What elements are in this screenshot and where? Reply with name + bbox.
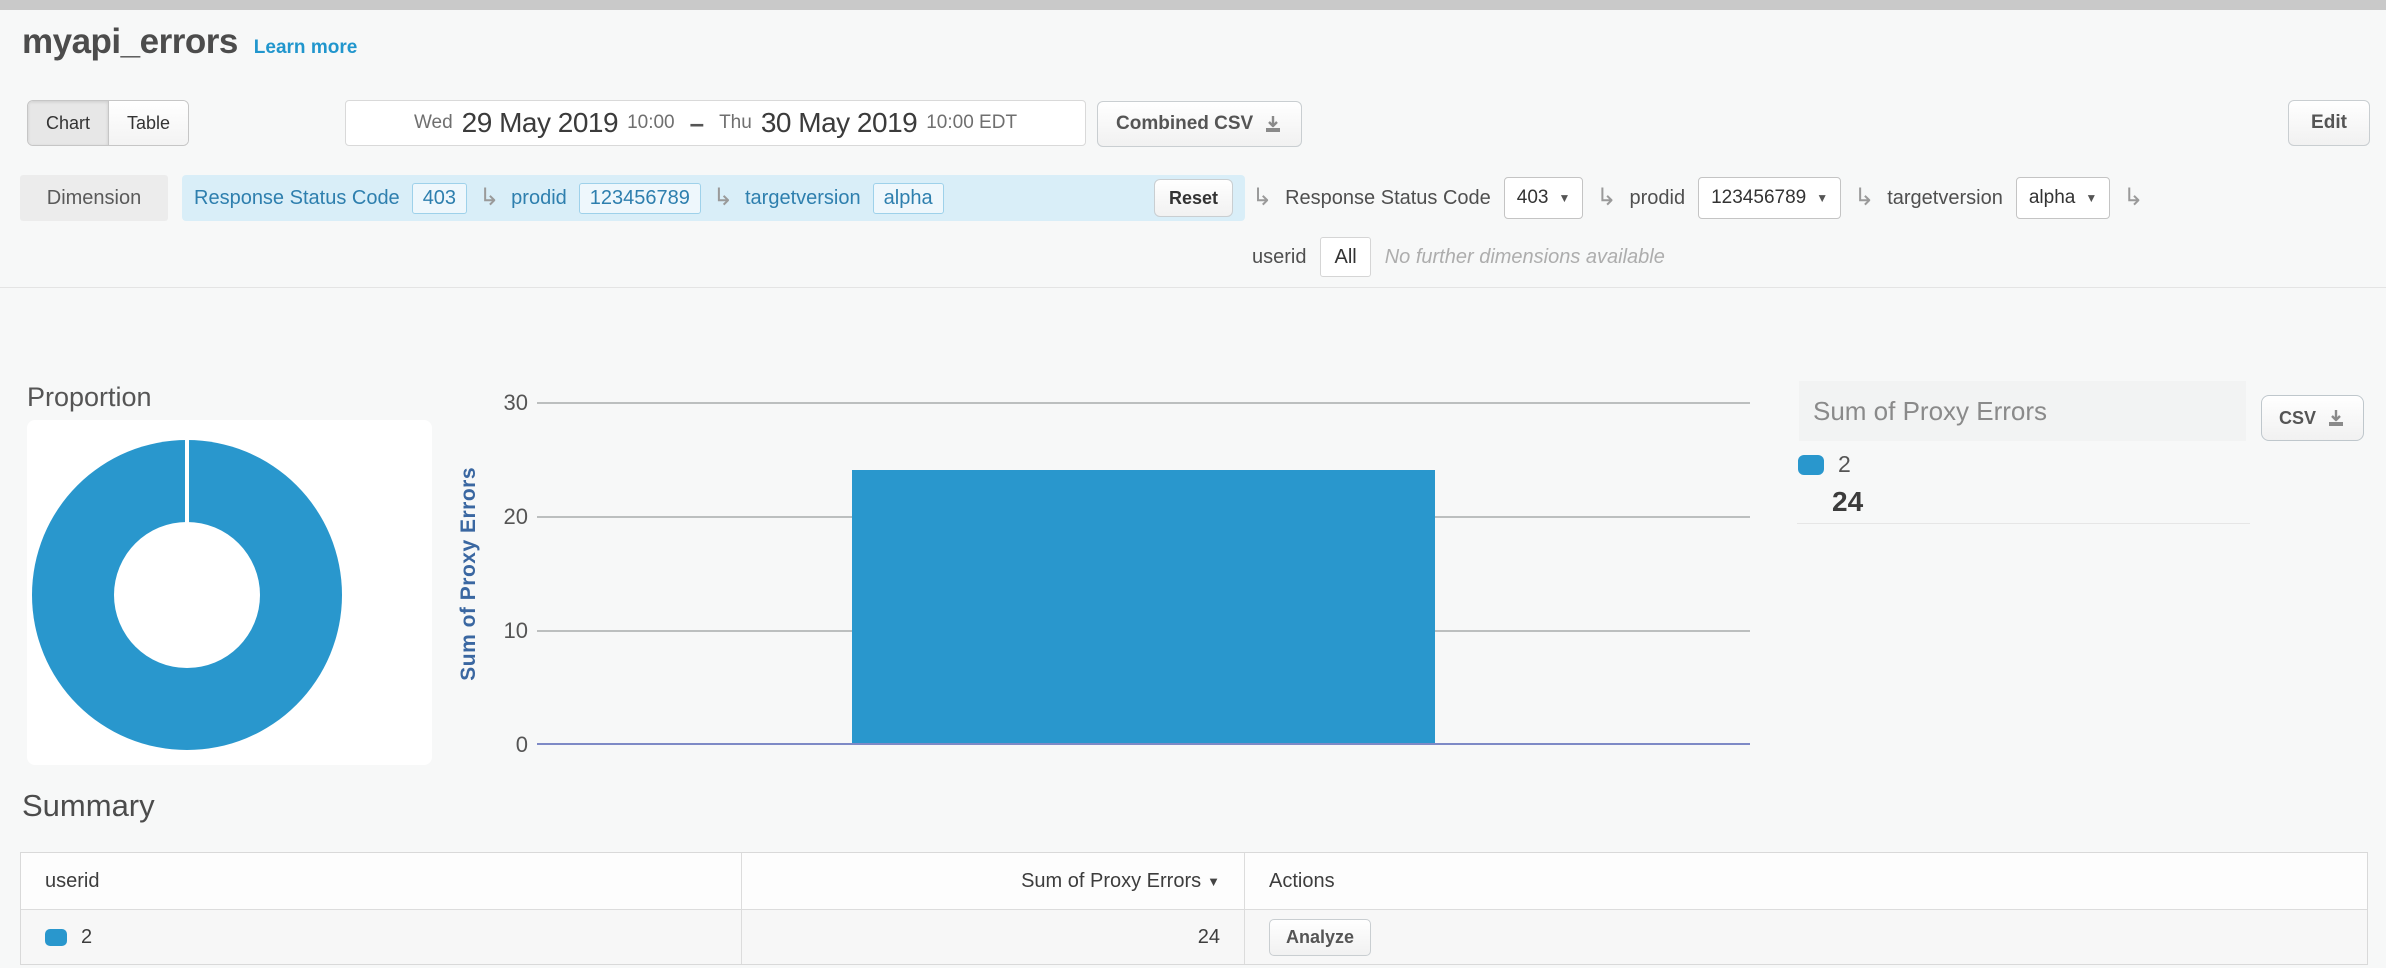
cell-userid: 2 [21, 910, 741, 964]
drilldown-arrow-icon: ↳ [479, 186, 499, 210]
breadcrumb-dim-name[interactable]: targetversion [745, 187, 861, 210]
col-header-metric[interactable]: Sum of Proxy Errors ▼ [741, 853, 1244, 909]
cell-actions: Analyze [1244, 910, 2367, 964]
breadcrumb-dim-value[interactable]: 123456789 [579, 183, 701, 214]
top-strip [0, 0, 2386, 10]
donut-chart[interactable] [32, 440, 342, 750]
legend-title: Sum of Proxy Errors [1813, 396, 2047, 427]
cell-metric: 24 [741, 910, 1244, 964]
end-time: 10:00 EDT [926, 112, 1017, 134]
bar-chart-plot [537, 402, 1750, 745]
end-date: 30 May 2019 [761, 107, 917, 139]
selector-name: Response Status Code [1285, 187, 1491, 210]
drilldown-arrow-icon: ↳ [1854, 186, 1874, 210]
dimension-selector-row: ↳ Response Status Code 403 ▼ ↳ prodid 12… [1252, 175, 2143, 221]
table-tab[interactable]: Table [108, 101, 188, 145]
proportion-donut-card [27, 420, 432, 765]
chevron-down-icon: ▼ [1559, 191, 1571, 205]
legend-item-label: 2 [1838, 451, 1851, 478]
chevron-down-icon: ▼ [1816, 191, 1828, 205]
table-row: 2 24 Analyze [21, 909, 2367, 964]
csv-label: CSV [2279, 408, 2316, 429]
drilldown-arrow-icon: ↳ [1252, 186, 1272, 210]
range-separator: – [684, 108, 710, 139]
drilldown-arrow-icon: ↳ [1596, 186, 1616, 210]
donut-hole [114, 522, 260, 668]
analyze-button[interactable]: Analyze [1269, 919, 1371, 956]
x-axis-line [537, 743, 1750, 745]
y-tick-0: 0 [478, 731, 528, 759]
date-range-button[interactable]: Wed 29 May 2019 10:00 – Thu 30 May 2019 … [345, 100, 1086, 146]
view-toggle: Chart Table [27, 100, 189, 146]
edit-button[interactable]: Edit [2288, 100, 2370, 146]
gridline-30 [537, 402, 1750, 404]
start-day: Wed [414, 112, 453, 134]
col-header-actions[interactable]: Actions [1244, 853, 2367, 909]
userid-value: 2 [81, 926, 92, 949]
col-header-userid[interactable]: userid [21, 853, 741, 909]
proxy-errors-bar[interactable] [852, 470, 1435, 743]
combined-csv-label: Combined CSV [1116, 113, 1253, 135]
selector-name: targetversion [1887, 187, 2003, 210]
series-swatch [45, 929, 67, 946]
summary-table: userid Sum of Proxy Errors ▼ Actions 2 2… [20, 852, 2368, 965]
header: myapi_errors Learn more [22, 22, 357, 62]
sort-desc-icon: ▼ [1207, 874, 1220, 889]
prodid-dropdown[interactable]: 123456789 ▼ [1698, 177, 1841, 219]
breadcrumb-dim-name[interactable]: prodid [511, 187, 567, 210]
no-more-dimensions-text: No further dimensions available [1385, 246, 1665, 269]
y-tick-30: 30 [478, 389, 528, 417]
edit-label: Edit [2311, 112, 2347, 134]
analytics-report-page: myapi_errors Learn more Chart Table Wed … [0, 0, 2386, 968]
csv-button[interactable]: CSV [2261, 395, 2364, 441]
breadcrumb-dim-name[interactable]: Response Status Code [194, 187, 400, 210]
reset-button[interactable]: Reset [1154, 179, 1233, 217]
dimension-selector-row-2: userid All No further dimensions availab… [1252, 237, 1665, 277]
learn-more-link[interactable]: Learn more [254, 37, 357, 59]
y-axis-title: Sum of Proxy Errors [448, 403, 490, 745]
legend-swatch [1798, 455, 1824, 475]
page-title: myapi_errors [22, 22, 238, 62]
download-icon [2326, 408, 2346, 428]
legend-separator [1797, 523, 2250, 524]
chevron-down-icon: ▼ [2085, 191, 2097, 205]
start-date: 29 May 2019 [462, 107, 618, 139]
userid-all-button[interactable]: All [1320, 237, 1370, 277]
summary-title: Summary [22, 788, 155, 824]
userid-label: userid [1252, 246, 1306, 269]
y-tick-10: 10 [478, 617, 528, 645]
legend-header: Sum of Proxy Errors [1799, 381, 2246, 441]
download-icon [1263, 114, 1283, 134]
start-time: 10:00 [627, 112, 675, 134]
drilldown-arrow-icon: ↳ [2123, 186, 2143, 210]
donut-slice-divider [185, 440, 189, 524]
y-tick-20: 20 [478, 503, 528, 531]
drilldown-arrow-icon: ↳ [713, 186, 733, 210]
proportion-title: Proportion [27, 382, 152, 413]
end-day: Thu [719, 112, 752, 134]
status-code-dropdown[interactable]: 403 ▼ [1504, 177, 1584, 219]
prodid-value: 123456789 [1711, 187, 1806, 209]
breadcrumb-dim-value[interactable]: alpha [873, 183, 944, 214]
chart-tab[interactable]: Chart [28, 101, 108, 145]
summary-table-header: userid Sum of Proxy Errors ▼ Actions [21, 853, 2367, 909]
section-divider [0, 287, 2386, 288]
breadcrumb-dim-value[interactable]: 403 [412, 183, 467, 214]
targetversion-dropdown[interactable]: alpha ▼ [2016, 177, 2110, 219]
combined-csv-button[interactable]: Combined CSV [1097, 101, 1302, 147]
legend-item-value: 24 [1832, 486, 1863, 518]
targetversion-value: alpha [2029, 187, 2076, 209]
selector-name: prodid [1630, 187, 1686, 210]
dimension-breadcrumb: Response Status Code 403 ↳ prodid 123456… [182, 175, 1245, 221]
status-code-value: 403 [1517, 187, 1549, 209]
dimension-label: Dimension [20, 175, 168, 221]
